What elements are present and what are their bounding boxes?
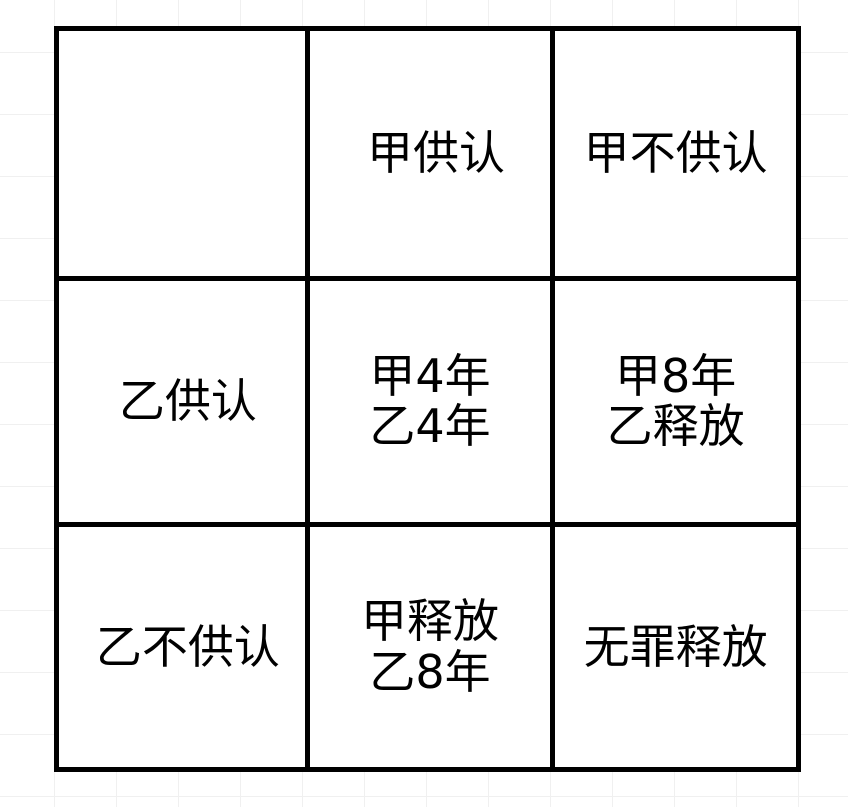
outcome-line-jia: 甲释放 — [360, 594, 499, 649]
row-header-label: 乙不供认 — [95, 619, 280, 674]
outcome-line-both: 无罪释放 — [583, 619, 768, 674]
col-header-label: 甲供认 — [366, 126, 505, 181]
col-header-label: 甲不供认 — [583, 126, 768, 181]
col-header-confess: 甲供认 — [304, 31, 551, 277]
row-header-label: 乙供认 — [118, 374, 257, 429]
outcome-yi-confess-jia-silent: 甲8年 乙释放 — [550, 276, 796, 522]
col-header-not-confess: 甲不供认 — [550, 31, 796, 277]
payoff-matrix: 甲供认 甲不供认 乙供认 甲4年 乙4年 甲8年 乙释放 乙不供认 甲释放 乙8… — [54, 26, 801, 772]
outcome-jia-confess-yi-silent: 甲释放 乙8年 — [304, 521, 551, 767]
outcome-line-yi: 乙8年 — [369, 644, 491, 699]
outcome-line-yi: 乙4年 — [369, 399, 491, 454]
row-header-not-confess: 乙不供认 — [59, 521, 305, 767]
outcome-line-yi: 乙释放 — [606, 399, 745, 454]
outcome-line-jia: 甲8年 — [615, 348, 737, 403]
row-header-confess: 乙供认 — [59, 276, 305, 521]
outcome-both-silent: 无罪释放 — [550, 521, 796, 767]
corner-cell — [59, 31, 305, 276]
outcome-both-confess: 甲4年 乙4年 — [304, 276, 551, 522]
outcome-line-jia: 甲4年 — [369, 348, 491, 403]
